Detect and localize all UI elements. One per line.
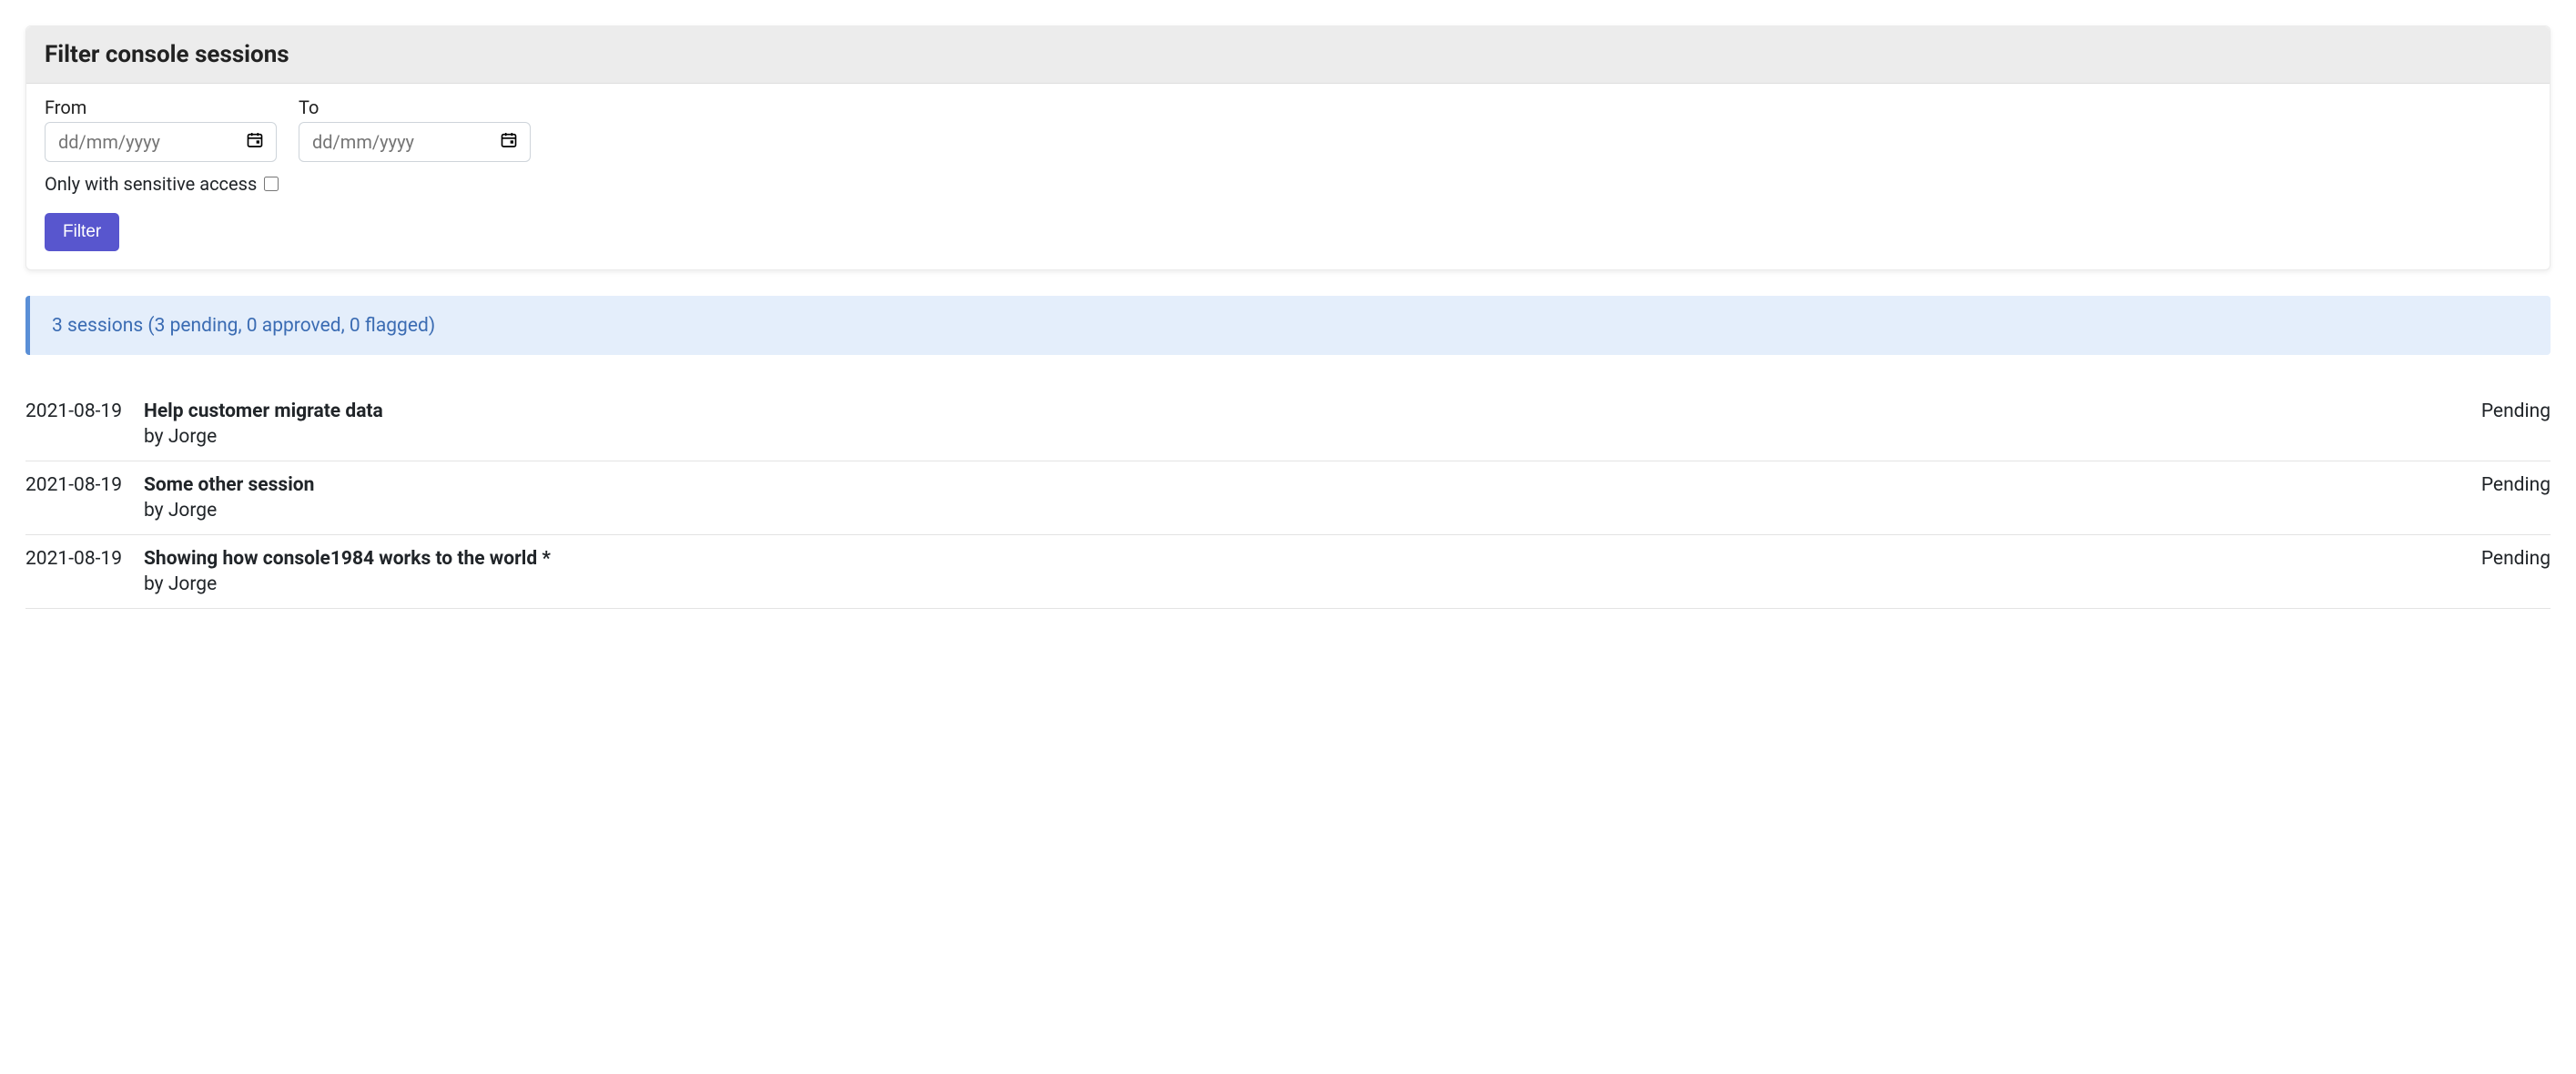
- to-input-wrap: [299, 122, 531, 162]
- session-status: Pending: [2441, 388, 2551, 461]
- to-field-group: To: [299, 96, 531, 162]
- session-date: 2021-08-19: [25, 461, 144, 535]
- session-title: Help customer migrate data: [144, 400, 2441, 422]
- session-title: Some other session: [144, 474, 2441, 496]
- session-info: Help customer migrate data by Jorge: [144, 388, 2441, 461]
- session-date: 2021-08-19: [25, 535, 144, 609]
- session-status: Pending: [2441, 461, 2551, 535]
- sessions-table: 2021-08-19 Help customer migrate data by…: [25, 388, 2551, 609]
- date-range-row: From To: [45, 96, 2531, 162]
- from-date-input[interactable]: [45, 122, 277, 162]
- from-field-group: From: [45, 96, 277, 162]
- filter-heading: Filter console sessions: [45, 41, 2531, 68]
- sensitive-access-label: Only with sensitive access: [45, 173, 257, 195]
- to-date-input[interactable]: [299, 122, 531, 162]
- filter-button[interactable]: Filter: [45, 213, 119, 251]
- sessions-summary-text: 3 sessions (3 pending, 0 approved, 0 fla…: [52, 315, 435, 337]
- table-row[interactable]: 2021-08-19 Showing how console1984 works…: [25, 535, 2551, 609]
- from-label: From: [45, 96, 277, 118]
- table-row[interactable]: 2021-08-19 Some other session by Jorge P…: [25, 461, 2551, 535]
- filter-card: Filter console sessions From: [25, 25, 2551, 270]
- session-author: by Jorge: [144, 426, 2441, 448]
- session-info: Showing how console1984 works to the wor…: [144, 535, 2441, 609]
- sensitive-access-row: Only with sensitive access: [45, 173, 2531, 195]
- session-author: by Jorge: [144, 500, 2441, 522]
- from-input-wrap: [45, 122, 277, 162]
- session-status: Pending: [2441, 535, 2551, 609]
- session-title: Showing how console1984 works to the wor…: [144, 548, 2441, 570]
- to-label: To: [299, 96, 531, 118]
- session-date: 2021-08-19: [25, 388, 144, 461]
- table-row[interactable]: 2021-08-19 Help customer migrate data by…: [25, 388, 2551, 461]
- sessions-summary-alert: 3 sessions (3 pending, 0 approved, 0 fla…: [25, 296, 2551, 355]
- sensitive-access-checkbox[interactable]: [264, 177, 279, 191]
- session-info: Some other session by Jorge: [144, 461, 2441, 535]
- filter-card-body: From To: [26, 84, 2550, 269]
- filter-card-header: Filter console sessions: [26, 26, 2550, 84]
- session-author: by Jorge: [144, 573, 2441, 595]
